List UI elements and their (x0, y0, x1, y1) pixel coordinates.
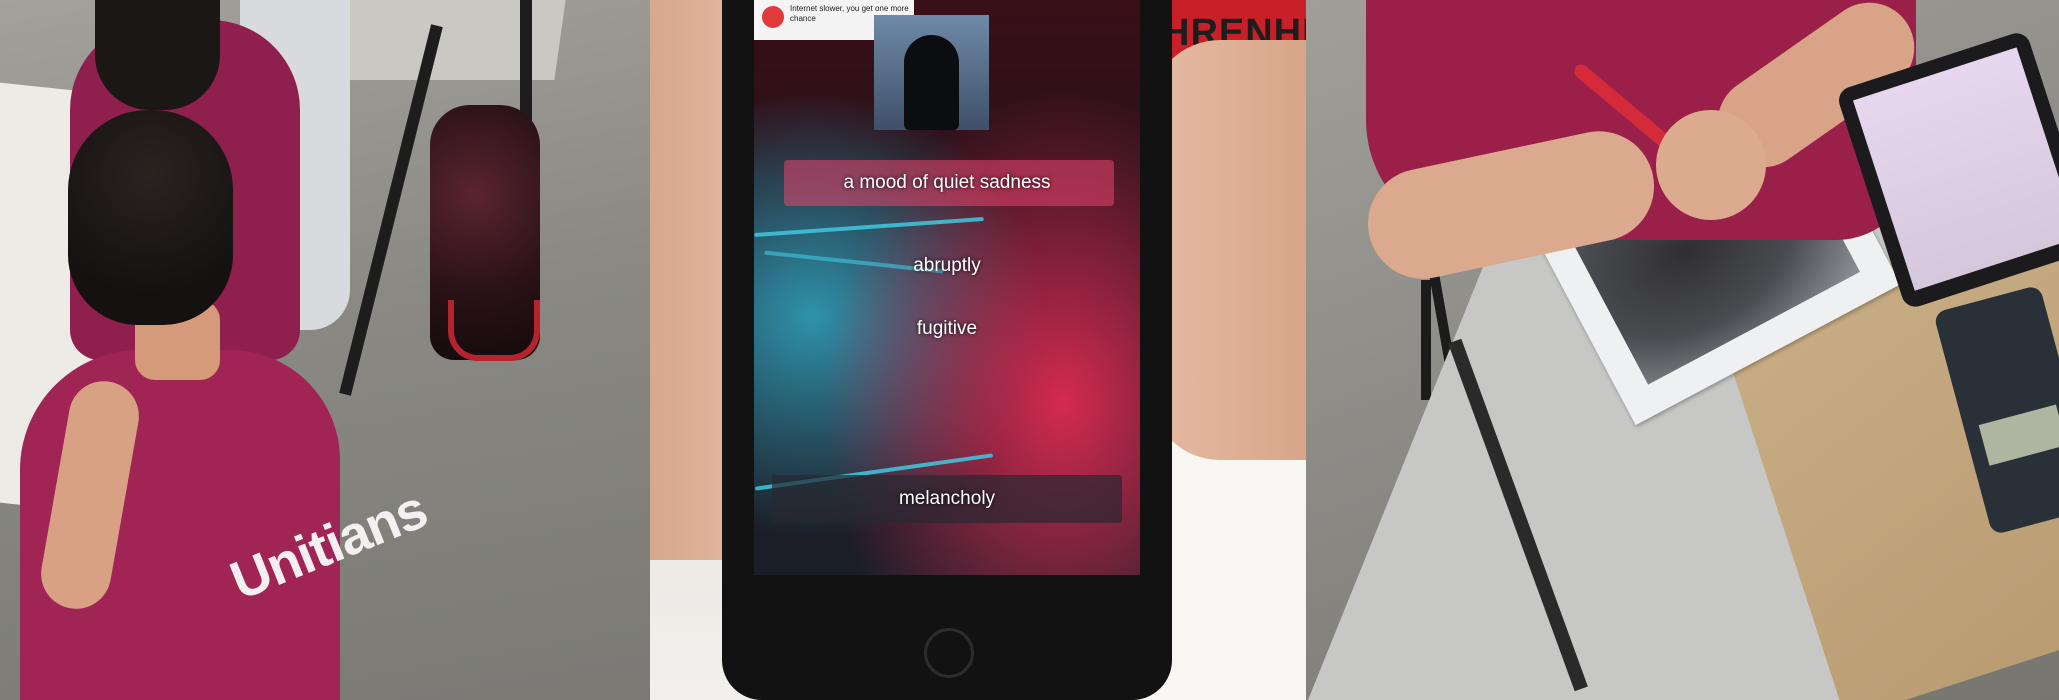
notification-icon (762, 6, 784, 28)
option-melancholy[interactable]: melancholy (754, 488, 1140, 510)
calculator-display (1978, 404, 2059, 466)
tablet-photo-panel: HRENHE 451 Internet slower, you get one … (650, 0, 1306, 700)
hand (1150, 40, 1306, 460)
prompt-text: a mood of quiet sadness (843, 172, 1051, 193)
photo-collage: Unitians HRENHE 451 Internet slower, you… (0, 0, 2059, 700)
option-fugitive[interactable]: fugitive (754, 318, 1140, 340)
student-head (68, 110, 233, 325)
classroom-photo-panel: Unitians (0, 0, 650, 700)
student-head (95, 0, 220, 110)
annotation-photo-panel (1306, 0, 2059, 700)
app-image (874, 15, 989, 130)
backpack-strap (448, 300, 540, 361)
thinking-figure (904, 35, 959, 130)
option-abruptly[interactable]: abruptly (754, 255, 1140, 277)
tablet: Internet slower, you get one more chance… (722, 0, 1172, 700)
tablet-screen: Internet slower, you get one more chance… (754, 0, 1140, 575)
home-button[interactable] (924, 628, 974, 678)
chair-leg (1421, 280, 1431, 400)
hand (1656, 110, 1766, 220)
